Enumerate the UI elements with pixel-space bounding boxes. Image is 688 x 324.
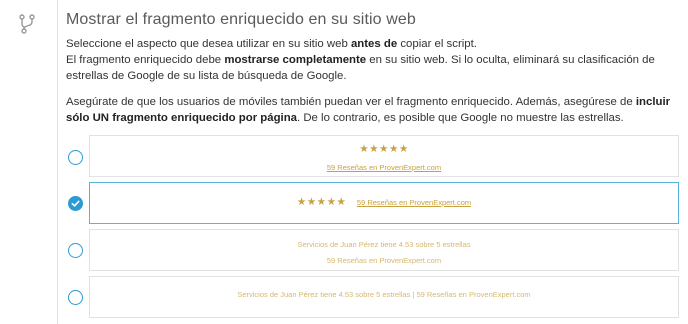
- rich-snippet-text: Servicios de Juan Pérez tiene 4.53 sobre…: [297, 240, 471, 249]
- branch-icon: [19, 14, 35, 34]
- mobile-text: Asegúrate de que los usuarios de móviles…: [66, 96, 636, 108]
- rich-snippet-text: Servicios de Juan Pérez tiene 4.53 sobre…: [237, 290, 531, 299]
- option-2-radio[interactable]: [68, 196, 83, 211]
- rating-stars: ★★★★★: [359, 143, 409, 155]
- option-4-radio[interactable]: [68, 290, 83, 305]
- section-title: Mostrar el fragmento enriquecido en su s…: [66, 11, 416, 28]
- option-2-card[interactable]: ★★★★★ 59 Reseñas en ProvenExpert.com: [89, 182, 679, 224]
- option-3-radio[interactable]: [68, 243, 83, 258]
- reviews-link[interactable]: 59 Reseñas en ProvenExpert.com: [357, 198, 471, 207]
- option-1-card[interactable]: ★★★★★ 59 Reseñas en ProvenExpert.com: [89, 135, 679, 177]
- intro-emphasis: mostrarse completamente: [224, 54, 367, 66]
- rating-stars: ★★★★★: [296, 196, 347, 208]
- intro-text: copiar el script.: [397, 38, 477, 50]
- option-3-card[interactable]: Servicios de Juan Pérez tiene 4.53 sobre…: [89, 229, 679, 271]
- reviews-link[interactable]: 59 Reseñas en ProvenExpert.com: [327, 163, 441, 172]
- option-1-radio[interactable]: [68, 150, 83, 165]
- intro-text: El fragmento enriquecido debe: [66, 54, 225, 66]
- intro-paragraph: Seleccione el aspecto que desea utilizar…: [66, 36, 678, 84]
- reviews-link[interactable]: 59 Reseñas en ProvenExpert.com: [327, 256, 441, 265]
- intro-emphasis: antes de: [350, 38, 398, 50]
- section-divider: [57, 0, 58, 324]
- check-icon: [71, 200, 80, 207]
- mobile-text: . De lo contrario, es posible que Google…: [297, 112, 624, 124]
- option-4-card[interactable]: Servicios de Juan Pérez tiene 4.53 sobre…: [89, 276, 679, 318]
- mobile-paragraph: Asegúrate de que los usuarios de móviles…: [66, 94, 678, 126]
- intro-text: Seleccione el aspecto que desea utilizar…: [66, 38, 351, 50]
